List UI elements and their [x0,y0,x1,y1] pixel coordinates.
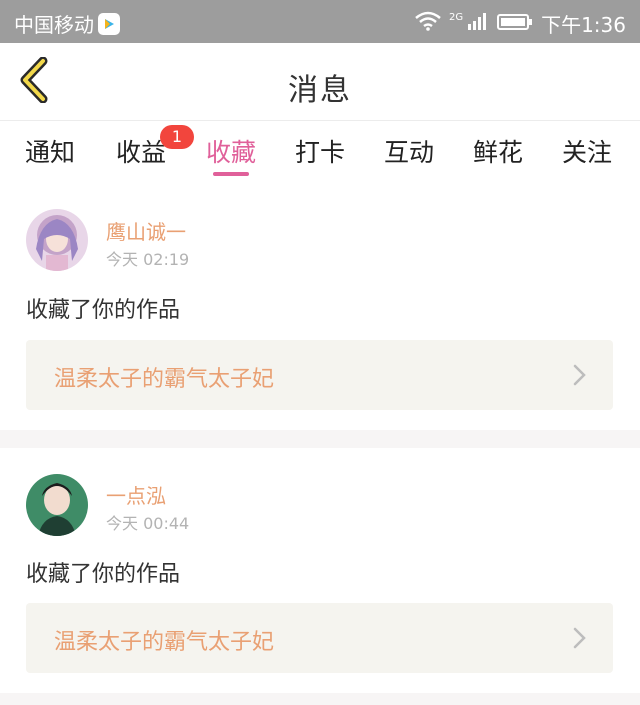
tab-label: 收益 [116,138,167,167]
app-header: 消息 [0,43,640,121]
work-link[interactable]: 温柔太子的霸气太子妃 [26,340,613,410]
avatar[interactable] [26,209,88,271]
username-link[interactable]: 一点泓 [106,480,166,509]
carrier-name: 中国移动 [14,13,94,37]
clock: 下午1:36 [541,13,626,37]
message-time: 今天 00:44 [106,514,190,533]
tab-notifications[interactable]: 通知 [25,133,75,169]
tab-checkin[interactable]: 打卡 [295,133,345,169]
tab-bar: 通知 收益 1 收藏 打卡 互动 鲜花 关注 [0,121,640,185]
wifi-icon [415,11,441,36]
page-title: 消息 [288,73,352,108]
network-type: 2G [448,12,464,23]
message-text: 收藏了你的作品 [26,298,181,323]
message-card: 鹰山诚一 今天 02:19 收藏了你的作品 温柔太子的霸气太子妃 [0,185,640,430]
tab-interactions[interactable]: 互动 [384,133,434,169]
tab-label: 收藏 [206,138,257,167]
status-right: 2G 下午1:36 [415,9,626,38]
message-time: 今天 02:19 [106,250,190,269]
tab-label: 互动 [384,138,435,167]
message-card: 一点泓 今天 00:44 收藏了你的作品 温柔太子的霸气太子妃 [0,448,640,693]
carrier-info: 中国移动 [14,9,120,38]
signal-icon [467,11,489,36]
work-title: 温柔太子的霸气太子妃 [54,630,275,655]
status-bar: 中国移动 2G 下午1:36 [0,0,640,43]
avatar[interactable] [26,474,88,536]
unread-badge: 1 [160,125,194,149]
work-title: 温柔太子的霸气太子妃 [54,367,275,392]
tab-label: 鲜花 [473,138,524,167]
chevron-right-icon [573,364,587,390]
tab-label: 打卡 [295,138,346,167]
video-app-icon [98,12,120,35]
tab-flowers[interactable]: 鲜花 [473,133,523,169]
tab-favorites[interactable]: 收藏 [206,133,256,169]
username-link[interactable]: 鹰山诚一 [106,216,186,245]
tab-label: 通知 [25,138,76,167]
active-tab-indicator [213,172,249,176]
message-text: 收藏了你的作品 [26,562,181,587]
tab-earnings[interactable]: 收益 1 [116,125,194,169]
chevron-right-icon [573,627,587,653]
work-link[interactable]: 温柔太子的霸气太子妃 [26,603,613,673]
battery-icon [497,12,533,36]
tab-follows[interactable]: 关注 [562,133,612,169]
tab-label: 关注 [562,138,613,167]
